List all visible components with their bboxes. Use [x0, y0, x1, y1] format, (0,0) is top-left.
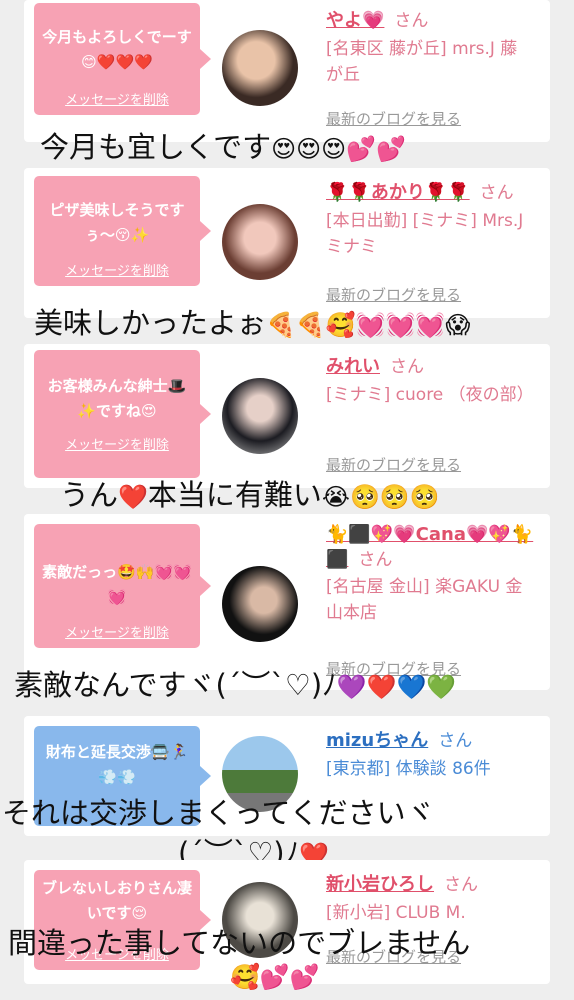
san-label: さん — [479, 183, 514, 203]
message-bubble: ピザ美味しそうですぅ〜😚✨ メッセージを削除 — [34, 176, 211, 286]
avatar[interactable] — [222, 378, 298, 454]
message-bubble: お客様みんな紳士🎩✨ですね😍 メッセージを削除 — [34, 350, 211, 478]
san-label: さん — [390, 357, 424, 377]
reply-caption: 素敵なんですヾ(´︶`♡)ﾉ — [14, 668, 337, 702]
profile-name[interactable]: やよ💗 — [326, 10, 384, 31]
reply-emoji: 😍😍😍💕💕 — [271, 135, 406, 163]
shop-label: [ミナミ] cuore （夜の部） — [326, 385, 534, 405]
delete-message-link[interactable]: メッセージを削除 — [34, 259, 200, 284]
avatar[interactable] — [222, 30, 298, 106]
reply-emoji: 🥰💕💕 — [230, 963, 320, 991]
san-label: さん — [444, 875, 478, 895]
profile-info: 新小岩ひろし さん [新小岩] CLUB M. — [326, 870, 538, 926]
reply-text: うん❤️本当に有難い😭🥺🥺🥺 — [60, 472, 440, 514]
message-text: 今月もよろしくでーす😊❤️❤️❤️ — [42, 28, 192, 71]
message-card: お客様みんな紳士🎩✨ですね😍 メッセージを削除 みれい さん [ミナミ] cuor… — [24, 344, 550, 488]
delete-message-link[interactable]: メッセージを削除 — [34, 621, 200, 646]
reply-caption: それは交渉しまくってくださいヾ — [2, 796, 435, 830]
san-label: さん — [438, 731, 473, 751]
reply-emoji: ❤️ — [118, 483, 148, 511]
shop-label: [東京都] 体験談 86件 — [326, 759, 491, 779]
reply-caption: 間違った事してないのでブレません — [8, 926, 471, 960]
message-bubble: 今月もよろしくでーす😊❤️❤️❤️ メッセージを削除 — [34, 3, 211, 115]
shop-label: [名古屋 金山] 楽GAKU 金山本店 — [326, 577, 523, 623]
message-card: 今月もよろしくでーす😊❤️❤️❤️ メッセージを削除 やよ💗 さん [名東区 藤が… — [24, 0, 550, 142]
shop-label: [名東区 藤が丘] mrs.J 藤が丘 — [326, 39, 518, 85]
reply-caption: 美味しかったよぉ — [34, 306, 267, 340]
reply-text: 間違った事してないのでブレません — [8, 920, 470, 962]
reply-caption: 本当に有難い — [147, 478, 322, 512]
message-text: ピザ美味しそうですぅ〜😚✨ — [49, 201, 185, 244]
profile-info: 🌹🌹あかり🌹🌹 さん [本日出勤] [ミナミ] Mrs.J ミナミ — [326, 178, 538, 260]
reply-caption: うん — [60, 478, 119, 512]
reply-text: 今月も宜しくです😍😍😍💕💕 — [40, 124, 406, 166]
profile-info: mizuちゃん さん [東京都] 体験談 86件 — [326, 726, 538, 782]
reply-text: 美味しかったよぉ🍕🍕🥰💓💓💓😱 — [34, 300, 470, 342]
reply-text: 🥰💕💕 — [230, 958, 320, 992]
profile-info: みれい さん [ミナミ] cuore （夜の部） — [326, 352, 538, 408]
profile-info: やよ💗 さん [名東区 藤が丘] mrs.J 藤が丘 — [326, 6, 538, 88]
reply-emoji: 🍕🍕🥰💓💓💓😱 — [266, 311, 471, 339]
message-text: ブレないしおりさん凄いです😌 — [42, 879, 193, 922]
message-text: お客様みんな紳士🎩✨ですね😍 — [47, 377, 187, 420]
message-text: 素敵だっっ🤩🙌💓💓💓 — [42, 563, 192, 606]
message-text: 財布と延長交渉🚍🏃‍♀️💨💨 — [45, 743, 189, 786]
shop-label: [本日出勤] [ミナミ] Mrs.J ミナミ — [326, 211, 524, 257]
avatar[interactable] — [222, 204, 298, 280]
delete-message-link[interactable]: メッセージを削除 — [34, 88, 200, 113]
avatar[interactable] — [222, 566, 298, 642]
reply-emoji: 💜❤️💙💚 — [336, 673, 457, 701]
reply-text: それは交渉しまくってくださいヾ — [2, 790, 435, 832]
delete-message-link[interactable]: メッセージを削除 — [34, 433, 200, 458]
message-card: ピザ美味しそうですぅ〜😚✨ メッセージを削除 🌹🌹あかり🌹🌹 さん [本日出勤] … — [24, 168, 550, 318]
message-bubble: 素敵だっっ🤩🙌💓💓💓 メッセージを削除 — [34, 524, 211, 648]
profile-name[interactable]: mizuちゃん — [326, 730, 428, 751]
reply-emoji: 😭🥺🥺🥺 — [321, 483, 440, 511]
san-label: さん — [358, 550, 393, 570]
san-label: さん — [394, 11, 429, 31]
profile-name[interactable]: 新小岩ひろし — [326, 874, 434, 895]
profile-info: 🐈⬛💖💗Cana💗💖🐈⬛ さん [名古屋 金山] 楽GAKU 金山本店 — [326, 524, 538, 626]
profile-name[interactable]: 🌹🌹あかり🌹🌹 — [326, 182, 470, 203]
reply-caption: 今月も宜しくです — [40, 130, 272, 164]
profile-name[interactable]: みれい — [326, 356, 380, 377]
reply-text: 素敵なんですヾ(´︶`♡)ﾉ💜❤️💙💚 — [14, 662, 456, 704]
